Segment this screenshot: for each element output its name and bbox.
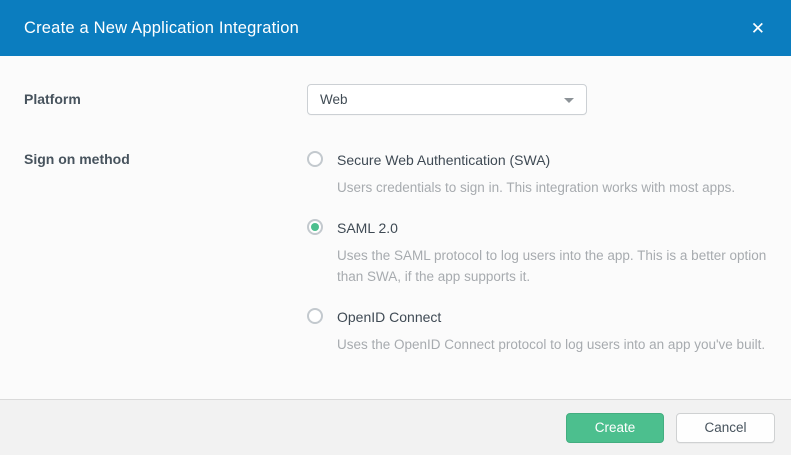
- radio-option-description: Users credentials to sign in. This integ…: [337, 180, 736, 195]
- sign-on-options: Secure Web Authentication (SWA) Users cr…: [307, 151, 767, 355]
- platform-label: Platform: [24, 91, 81, 107]
- radio-option-description: Uses the OpenID Connect protocol to log …: [337, 337, 766, 352]
- sign-on-method-label: Sign on method: [24, 151, 130, 167]
- cancel-button[interactable]: Cancel: [676, 412, 775, 443]
- radio-option-label[interactable]: Secure Web Authentication (SWA): [337, 151, 735, 169]
- platform-row: Platform Web: [24, 84, 767, 115]
- radio-option-label[interactable]: OpenID Connect: [337, 308, 765, 326]
- sign-on-method-row: Sign on method Secure Web Authentication…: [24, 151, 767, 355]
- close-icon[interactable]: ✕: [749, 16, 767, 41]
- create-app-integration-dialog: Create a New Application Integration ✕ P…: [0, 0, 791, 455]
- sign-on-option-swa[interactable]: Secure Web Authentication (SWA) Users cr…: [307, 151, 767, 198]
- dialog-footer: Create Cancel: [0, 399, 791, 455]
- dialog-header: Create a New Application Integration ✕: [0, 0, 791, 56]
- create-button[interactable]: Create: [566, 412, 664, 443]
- radio-option-label[interactable]: SAML 2.0: [337, 219, 767, 237]
- radio-option-description: Uses the SAML protocol to log users into…: [337, 248, 767, 284]
- radio-button-saml[interactable]: [307, 219, 323, 235]
- radio-button-swa[interactable]: [307, 151, 323, 167]
- platform-select[interactable]: Web: [307, 84, 587, 115]
- radio-button-oidc[interactable]: [307, 308, 323, 324]
- sign-on-option-oidc[interactable]: OpenID Connect Uses the OpenID Connect p…: [307, 308, 767, 355]
- dialog-title: Create a New Application Integration: [24, 18, 300, 37]
- sign-on-option-saml[interactable]: SAML 2.0 Uses the SAML protocol to log u…: [307, 219, 767, 287]
- chevron-down-icon: [564, 97, 574, 103]
- dialog-body: Platform Web Sign on method Secure Web A…: [0, 56, 791, 355]
- platform-selected-value: Web: [320, 92, 348, 107]
